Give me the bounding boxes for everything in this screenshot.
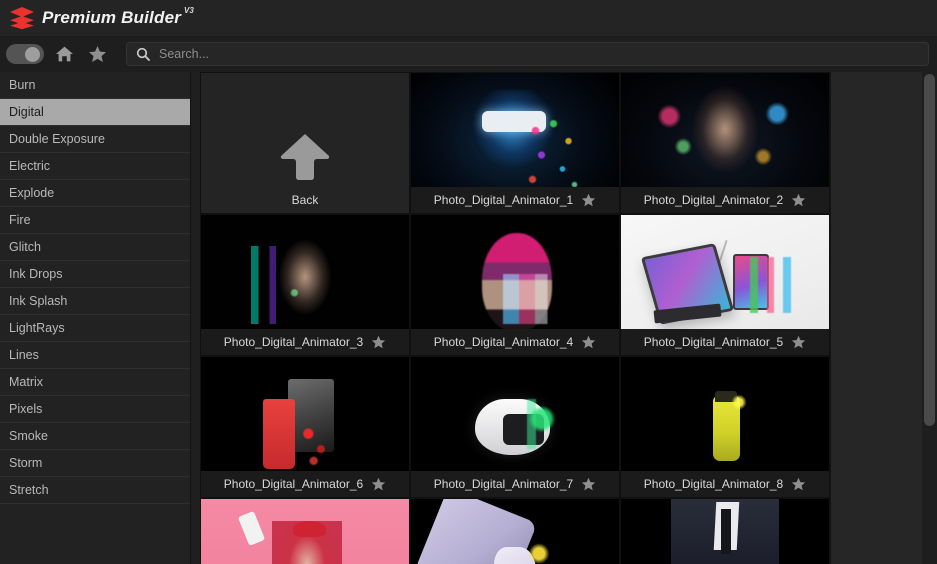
back-tile-label: Back [291,193,319,207]
tile-caption: Photo_Digital_Animator_6 [201,471,409,497]
star-icon[interactable] [581,193,596,208]
sidebar-item-ink-drops[interactable]: Ink Drops [0,261,190,288]
star-icon[interactable] [371,335,386,350]
sidebar-item-label: Ink Splash [9,294,68,308]
sidebar-item-label: Electric [9,159,50,173]
star-icon[interactable] [371,477,386,492]
sidebar-item-pixels[interactable]: Pixels [0,396,190,423]
search-icon [136,47,150,61]
sidebar-item-electric[interactable]: Electric [0,153,190,180]
tile-caption: Photo_Digital_Animator_5 [621,329,829,355]
thumbnail-label: Photo_Digital_Animator_6 [223,477,364,491]
sidebar-item-digital[interactable]: Digital [0,99,190,126]
star-icon[interactable] [581,477,596,492]
sidebar-item-stretch[interactable]: Stretch [0,477,190,504]
thumbnail-tile[interactable] [620,498,830,564]
back-tile[interactable]: Back [200,72,410,214]
sidebar-item-lightrays[interactable]: LightRays [0,315,190,342]
tile-caption: Photo_Digital_Animator_8 [621,471,829,497]
sidebar-item-label: Explode [9,186,55,200]
thumbnail-label: Photo_Digital_Animator_8 [643,477,784,491]
sidebar-item-smoke[interactable]: Smoke [0,423,190,450]
app-version-badge: V3 [184,6,194,15]
title-bar: Premium Builder V3 [0,0,937,36]
thumbnail-label: Photo_Digital_Animator_4 [433,335,574,349]
star-icon[interactable] [791,477,806,492]
thumbnail-grid: Back Photo_Digital_Animator_1 Photo_Digita… [200,72,830,564]
theme-toggle-switch[interactable] [6,44,44,64]
thumbnail-tile[interactable]: Photo_Digital_Animator_3 [200,214,410,356]
sidebar-item-label: Burn [9,78,36,92]
sidebar-item-label: Glitch [9,240,41,254]
toggle-knob [25,46,40,62]
main-body: Burn Digital Double Exposure Electric Explod… [0,72,937,564]
thumbnail-label: Photo_Digital_Animator_1 [433,193,574,207]
sidebar-item-label: Stretch [9,483,49,497]
thumbnail-tile[interactable]: Photo_Digital_Animator_6 [200,356,410,498]
scrollbar-thumb[interactable] [924,74,935,426]
sidebar-item-label: Smoke [9,429,48,443]
tile-caption: Photo_Digital_Animator_1 [411,187,619,213]
thumbnail-tile[interactable] [200,498,410,564]
sidebar-item-burn[interactable]: Burn [0,72,190,99]
thumbnail-tile[interactable] [410,498,620,564]
thumbnail-tile[interactable]: Photo_Digital_Animator_7 [410,356,620,498]
tile-caption: Back [201,187,409,213]
sidebar-item-label: Digital [9,105,44,119]
right-side-panel [830,72,922,564]
sidebar-item-label: Double Exposure [9,132,105,146]
sidebar-item-storm[interactable]: Storm [0,450,190,477]
thumbnail-tile[interactable]: Photo_Digital_Animator_5 [620,214,830,356]
thumbnail-image [621,499,829,564]
thumbnail-tile[interactable]: Photo_Digital_Animator_8 [620,356,830,498]
thumbnail-label: Photo_Digital_Animator_2 [643,193,784,207]
sidebar-item-label: Matrix [9,375,44,389]
layers-stack-icon [9,6,35,30]
thumbnail-tile[interactable]: Photo_Digital_Animator_1 [410,72,620,214]
vertical-scrollbar[interactable] [922,72,937,564]
sidebar-item-lines[interactable]: Lines [0,342,190,369]
sidebar-item-matrix[interactable]: Matrix [0,369,190,396]
sidebar-item-label: Pixels [9,402,43,416]
thumbnail-label: Photo_Digital_Animator_5 [643,335,784,349]
toolbar [0,36,937,72]
sidebar-item-ink-splash[interactable]: Ink Splash [0,288,190,315]
sidebar-item-label: LightRays [9,321,65,335]
sidebar-item-label: Lines [9,348,39,362]
thumbnail-label: Photo_Digital_Animator_3 [223,335,364,349]
star-icon[interactable] [791,193,806,208]
app-window: Premium Builder V3 Search... Burn Digita… [0,0,937,564]
search-bar[interactable] [126,42,929,66]
tile-caption: Photo_Digital_Animator_2 [621,187,829,213]
sidebar-item-double-exposure[interactable]: Double Exposure [0,126,190,153]
search-input[interactable] [159,47,919,61]
thumbnail-tile[interactable]: Photo_Digital_Animator_2 [620,72,830,214]
tile-caption: Photo_Digital_Animator_3 [201,329,409,355]
thumbnail-grid-panel: Back Photo_Digital_Animator_1 Photo_Digita… [191,72,830,564]
star-icon[interactable] [581,335,596,350]
thumbnail-label: Photo_Digital_Animator_7 [433,477,574,491]
sidebar-item-glitch[interactable]: Glitch [0,234,190,261]
up-arrow-icon [276,129,334,192]
category-sidebar: Burn Digital Double Exposure Electric Explod… [0,72,191,564]
home-icon[interactable] [51,41,77,67]
sidebar-item-label: Ink Drops [9,267,63,281]
sidebar-item-label: Fire [9,213,31,227]
app-title: Premium Builder [42,8,182,27]
sidebar-item-fire[interactable]: Fire [0,207,190,234]
tile-caption: Photo_Digital_Animator_7 [411,471,619,497]
thumbnail-image [411,499,619,564]
star-icon[interactable] [791,335,806,350]
thumbnail-tile[interactable]: Photo_Digital_Animator_4 [410,214,620,356]
star-icon[interactable] [84,41,110,67]
sidebar-item-explode[interactable]: Explode [0,180,190,207]
tile-caption: Photo_Digital_Animator_4 [411,329,619,355]
thumbnail-image [201,499,409,564]
sidebar-item-label: Storm [9,456,43,470]
